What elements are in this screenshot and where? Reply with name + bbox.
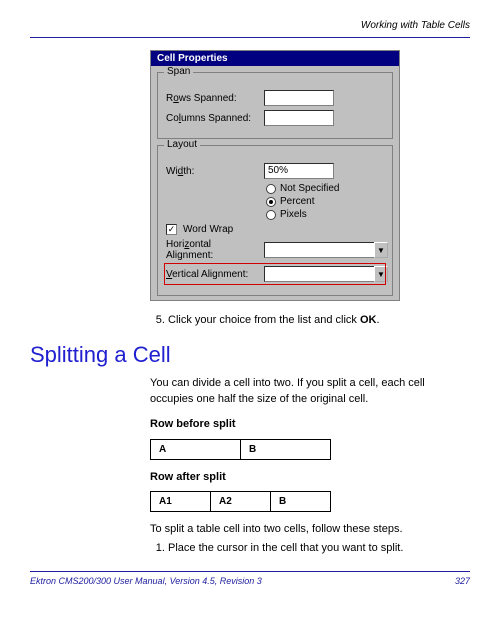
before-split-label: Row before split xyxy=(150,417,470,432)
layout-group: Layout Width: 50% Not Specified Percent … xyxy=(157,145,393,296)
header-divider xyxy=(30,37,470,38)
halign-combo[interactable]: ▼ xyxy=(264,242,388,258)
page-number: 327 xyxy=(455,576,470,586)
list-item: Place the cursor in the cell that you wa… xyxy=(168,541,470,556)
wordwrap-row[interactable]: ✓ Word Wrap xyxy=(166,224,384,235)
span-group: Span Rows Spanned: Columns Spanned: xyxy=(157,72,393,139)
cols-spanned-row: Columns Spanned: xyxy=(166,110,384,126)
splitting-outro: To split a table cell into two cells, fo… xyxy=(150,522,470,537)
width-row: Width: 50% xyxy=(166,163,384,179)
halign-label: Horizontal Alignment: xyxy=(166,239,258,261)
cell-b: B xyxy=(271,491,331,511)
list-item: Click your choice from the list and clic… xyxy=(168,313,470,328)
rows-spanned-input[interactable] xyxy=(264,90,334,106)
dialog-figure: Cell Properties Span Rows Spanned: Colum… xyxy=(150,50,470,301)
after-split-label: Row after split xyxy=(150,470,470,485)
halign-row: Horizontal Alignment: ▼ xyxy=(166,239,384,261)
cols-spanned-input[interactable] xyxy=(264,110,334,126)
span-group-label: Span xyxy=(164,66,193,77)
splitting-intro: You can divide a cell into two. If you s… xyxy=(150,376,470,407)
after-split-table: A1 A2 B xyxy=(150,491,331,512)
rows-spanned-label: Rows Spanned: xyxy=(166,93,258,104)
document-page: Working with Table Cells Cell Properties… xyxy=(0,0,500,601)
radio-percent[interactable]: Percent xyxy=(266,196,384,207)
page-footer: Ektron CMS200/300 User Manual, Version 4… xyxy=(30,576,470,586)
radio-not-specified[interactable]: Not Specified xyxy=(266,183,384,194)
section-heading: Splitting a Cell xyxy=(30,342,470,368)
cols-spanned-label: Columns Spanned: xyxy=(166,113,258,124)
step-5: Click your choice from the list and clic… xyxy=(150,313,470,328)
radio-icon xyxy=(266,184,276,194)
layout-group-label: Layout xyxy=(164,139,200,150)
width-label: Width: xyxy=(166,166,258,177)
table-row: A B xyxy=(151,439,331,459)
wordwrap-label: Word Wrap xyxy=(183,224,233,235)
width-input[interactable]: 50% xyxy=(264,163,334,179)
before-split-table: A B xyxy=(150,439,331,460)
cell-properties-dialog: Cell Properties Span Rows Spanned: Colum… xyxy=(150,50,400,301)
rows-spanned-row: Rows Spanned: xyxy=(166,90,384,106)
cell-b: B xyxy=(241,439,331,459)
split-steps: Place the cursor in the cell that you wa… xyxy=(150,541,470,556)
radio-pixels[interactable]: Pixels xyxy=(266,209,384,220)
table-row: A1 A2 B xyxy=(151,491,331,511)
radio-icon xyxy=(266,197,276,207)
running-header: Working with Table Cells xyxy=(30,20,470,35)
cell-a2: A2 xyxy=(211,491,271,511)
valign-row: Vertical Alignment: ▼ xyxy=(166,265,384,283)
cell-a: A xyxy=(151,439,241,459)
dialog-titlebar: Cell Properties xyxy=(151,51,399,66)
footer-divider xyxy=(30,571,470,572)
valign-label: Vertical Alignment: xyxy=(166,269,258,280)
chevron-down-icon[interactable]: ▼ xyxy=(374,266,388,282)
wordwrap-checkbox[interactable]: ✓ xyxy=(166,224,177,235)
footer-left: Ektron CMS200/300 User Manual, Version 4… xyxy=(30,576,262,586)
chevron-down-icon[interactable]: ▼ xyxy=(374,242,388,258)
valign-combo[interactable]: ▼ xyxy=(264,266,388,282)
cell-a1: A1 xyxy=(151,491,211,511)
radio-icon xyxy=(266,210,276,220)
width-unit-radios: Not Specified Percent Pixels xyxy=(266,183,384,220)
